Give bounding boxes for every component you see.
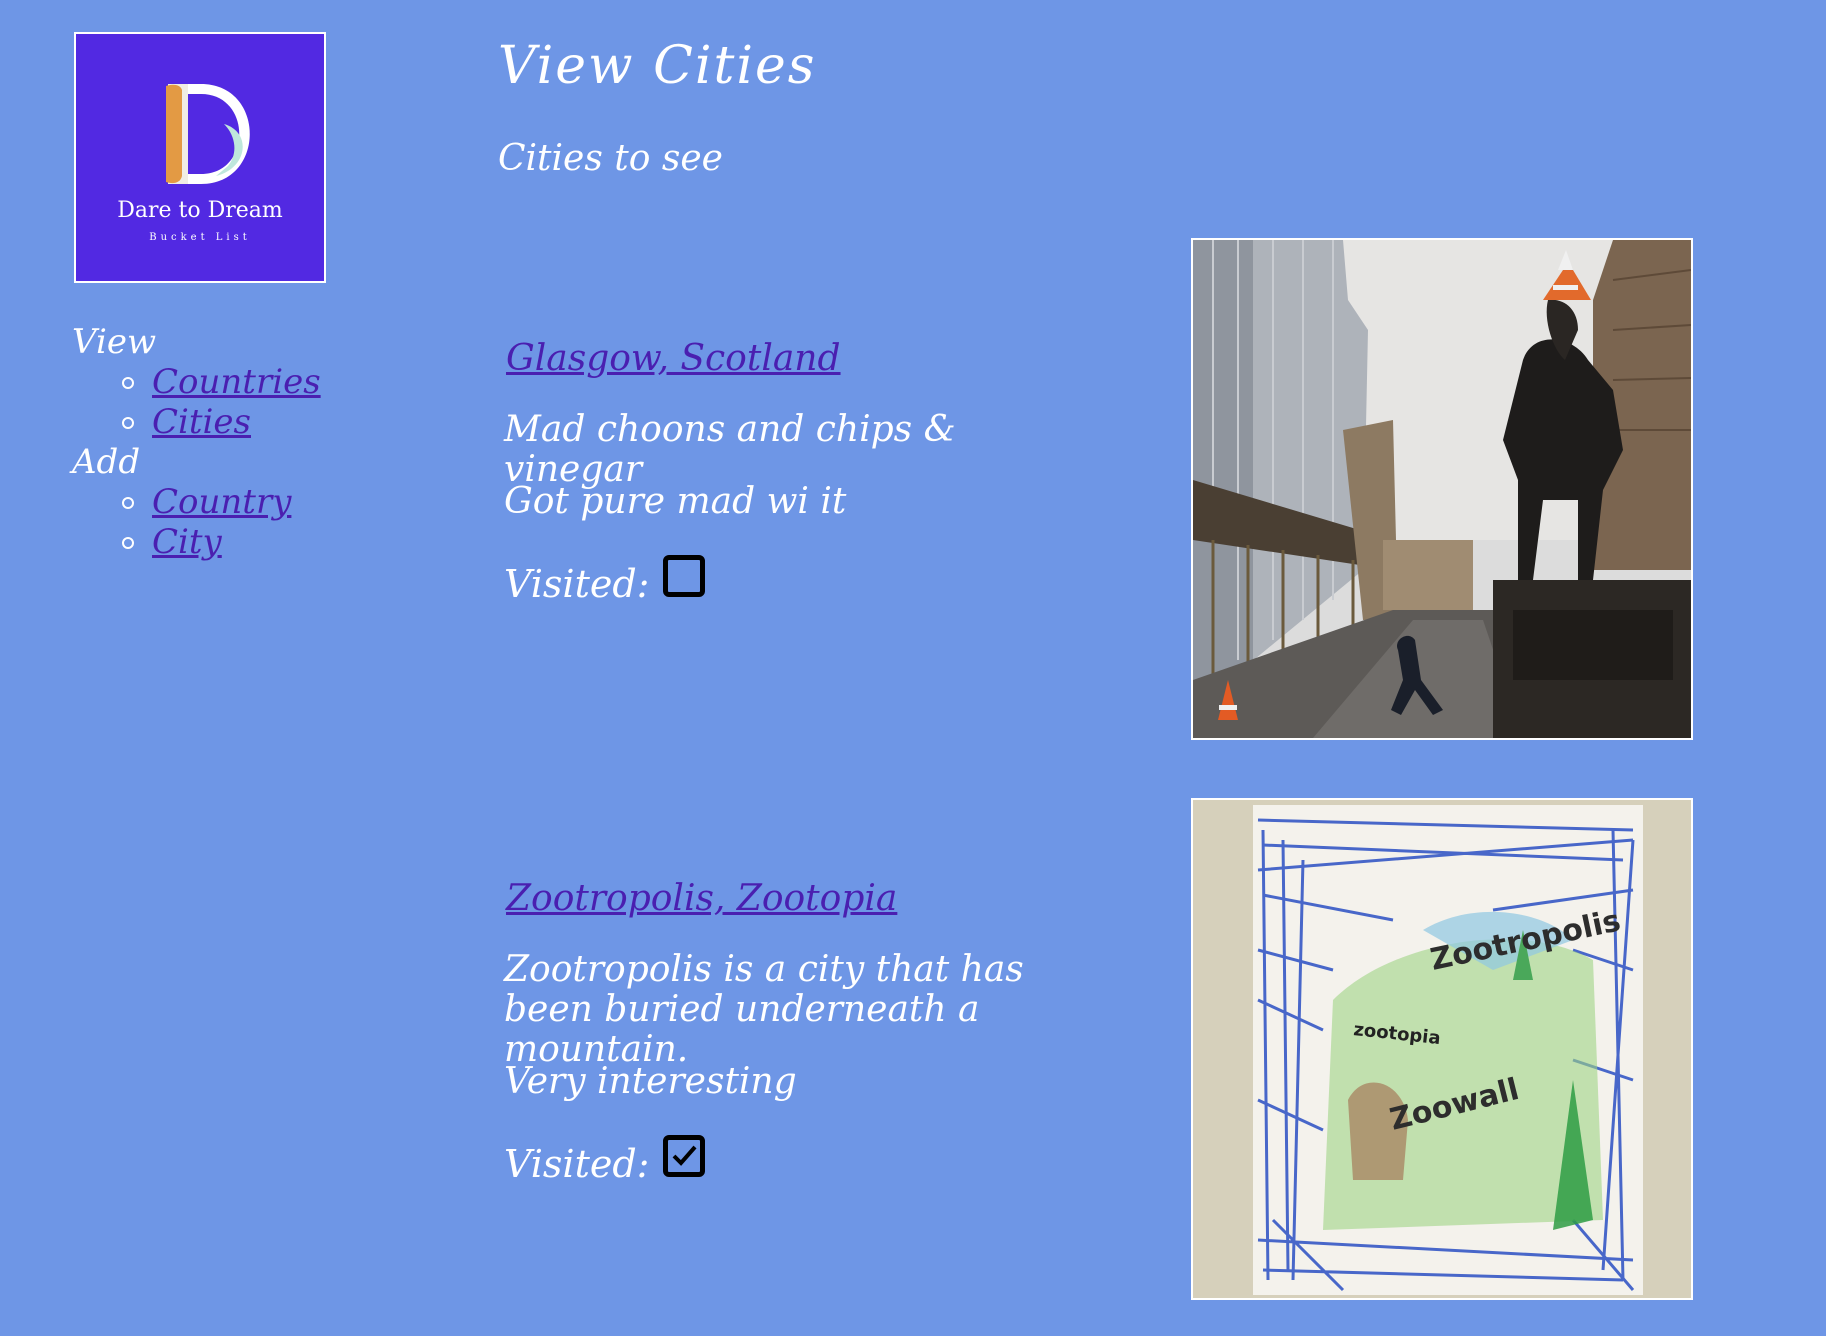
city-note: Got pure mad wi it: [504, 481, 847, 522]
visited-checkbox-checked[interactable]: [663, 1135, 706, 1177]
city-description: Zootropolis is a city that has been buri…: [504, 949, 1024, 1070]
sidebar-nav: View Countries Cities Add Country City: [72, 322, 321, 562]
logo-mark-icon: Dare to Dream Bucket List: [117, 84, 283, 243]
logo-tagline: Bucket List: [149, 232, 251, 243]
visited-label: Visited:: [504, 1142, 650, 1186]
visited-row: Visited:: [504, 555, 706, 606]
visited-checkbox-unchecked[interactable]: [663, 555, 706, 597]
nav-link-cities[interactable]: Cities: [152, 402, 251, 442]
nav-view-list: Countries Cities: [72, 362, 321, 442]
nav-link-countries[interactable]: Countries: [152, 362, 321, 402]
visited-label: Visited:: [504, 562, 650, 606]
nav-item-add-city: City: [122, 522, 321, 562]
page-subtitle: Cities to see: [498, 138, 723, 179]
nav-item-cities: Cities: [122, 402, 321, 442]
nav-link-add-city[interactable]: City: [152, 522, 222, 562]
city-card-zootropolis: Zootropolis, Zootopia Zootropolis is a c…: [504, 798, 1696, 1302]
city-note: Very interesting: [504, 1061, 797, 1102]
checkmark-icon: [673, 1145, 697, 1166]
site-logo: Dare to Dream Bucket List: [74, 32, 326, 283]
city-photo-glasgow: [1191, 238, 1693, 740]
page-title: View Cities: [498, 36, 817, 96]
city-name-link[interactable]: Zootropolis, Zootopia: [506, 878, 897, 919]
city-name-link[interactable]: Glasgow, Scotland: [506, 338, 841, 379]
visited-row: Visited:: [504, 1135, 706, 1186]
street-statue-photo-icon: [1193, 240, 1691, 738]
nav-item-countries: Countries: [122, 362, 321, 402]
crayon-drawing-photo-icon: Zootropolis zootopia Zoowall: [1193, 800, 1691, 1298]
nav-group-view-label: View: [72, 322, 157, 362]
nav-link-add-country[interactable]: Country: [152, 482, 291, 522]
nav-item-add-country: Country: [122, 482, 321, 522]
city-card-glasgow: Glasgow, Scotland Mad choons and chips &…: [504, 238, 1696, 742]
logo-title: Dare to Dream: [117, 198, 283, 223]
nav-add-list: Country City: [72, 482, 321, 562]
nav-group-add-label: Add: [72, 442, 141, 482]
city-description: Mad choons and chips & vinegar: [504, 409, 956, 490]
city-photo-zootropolis: Zootropolis zootopia Zoowall: [1191, 798, 1693, 1300]
